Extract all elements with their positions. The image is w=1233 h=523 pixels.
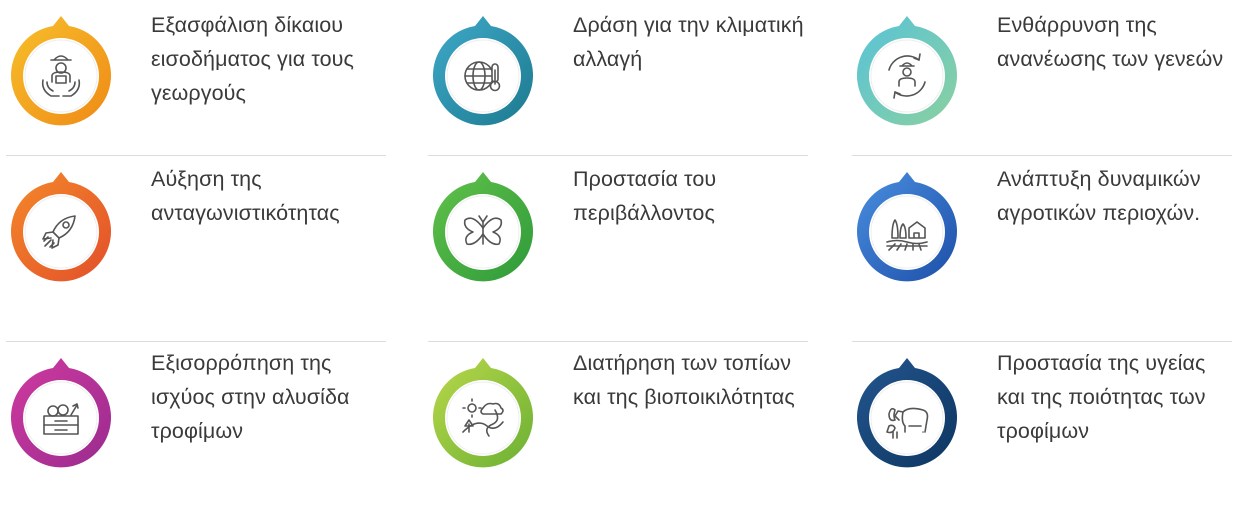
- objective-label: Προστασία της υγείας και της ποιότητας τ…: [997, 351, 1206, 443]
- objective-label: Δράση για την κλιματική αλλαγή: [573, 13, 804, 71]
- badge-6: [9, 354, 113, 472]
- badge-0: [9, 12, 113, 130]
- badge-3: [9, 168, 113, 286]
- badge-svg: [857, 358, 957, 468]
- objective-label: Εξασφάλιση δίκαιου εισοδήματος για τους …: [151, 13, 355, 105]
- objective-label: Εξισορρόπηση της ισχύος στην αλυσίδα τρο…: [151, 351, 350, 443]
- badge-svg: [10, 16, 111, 126]
- column-2: Δράση για την κλιματική αλλαγή Προστασία…: [428, 0, 808, 523]
- objective-item[interactable]: Προστασία της υγείας και της ποιότητας τ…: [852, 342, 1232, 523]
- objective-label: Διατήρηση των τοπίων και της βιοποικιλότ…: [573, 351, 795, 409]
- badge-svg: [857, 172, 957, 282]
- column-1: Εξασφάλιση δίκαιου εισοδήματος για τους …: [6, 0, 386, 523]
- objective-label: Ανάπτυξη δυναμικών αγροτικών περιοχών.: [997, 167, 1201, 225]
- objective-label: Αύξηση της ανταγωνιστικότητας: [151, 167, 340, 225]
- objective-item[interactable]: Δράση για την κλιματική αλλαγή: [428, 0, 808, 156]
- column-3: Ενθάρρυνση της ανανέωσης των γενεών Ανάπ…: [852, 0, 1232, 523]
- objective-item[interactable]: Ενθάρρυνση της ανανέωσης των γενεών: [852, 0, 1232, 156]
- objective-item[interactable]: Ανάπτυξη δυναμικών αγροτικών περιοχών.: [852, 156, 1232, 342]
- badge-8: [855, 354, 959, 472]
- objective-label: Προστασία του περιβάλλοντος: [573, 167, 717, 225]
- badge-2: [855, 12, 959, 130]
- badge-svg: [857, 16, 957, 126]
- objective-item[interactable]: Αύξηση της ανταγωνιστικότητας: [6, 156, 386, 342]
- badge-1: [431, 12, 535, 130]
- badge-svg: [433, 16, 533, 126]
- badge-7: [431, 354, 535, 472]
- badge-svg: [10, 172, 111, 282]
- badge-5: [855, 168, 959, 286]
- badge-svg: [10, 358, 111, 468]
- badge-svg: [433, 172, 533, 282]
- objective-item[interactable]: Προστασία του περιβάλλοντος: [428, 156, 808, 342]
- badge-4: [431, 168, 535, 286]
- objective-label: Ενθάρρυνση της ανανέωσης των γενεών: [997, 13, 1224, 71]
- badge-svg: [433, 358, 533, 468]
- objective-item[interactable]: Εξισορρόπηση της ισχύος στην αλυσίδα τρο…: [6, 342, 386, 523]
- objective-item[interactable]: Εξασφάλιση δίκαιου εισοδήματος για τους …: [6, 0, 386, 156]
- objective-item[interactable]: Διατήρηση των τοπίων και της βιοποικιλότ…: [428, 342, 808, 523]
